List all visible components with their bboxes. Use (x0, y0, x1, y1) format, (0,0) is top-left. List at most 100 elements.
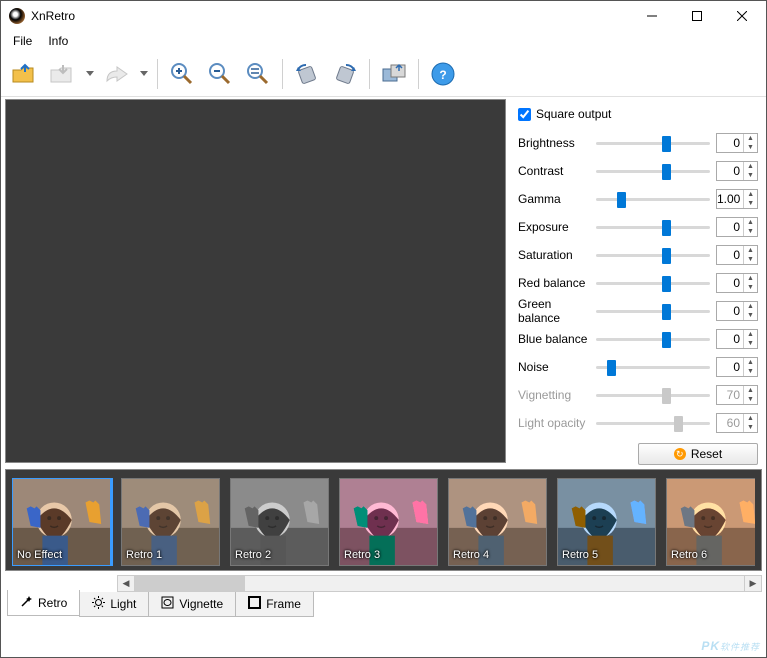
filter-thumb-retro-4[interactable]: Retro 4 (448, 478, 547, 566)
slider-red-balance[interactable] (596, 274, 710, 292)
filter-thumb-retro-2[interactable]: Retro 2 (230, 478, 329, 566)
slider-label: Blue balance (518, 332, 596, 346)
spinbox-red-balance[interactable]: 0▲▼ (716, 273, 758, 293)
rotate-right-button[interactable] (327, 56, 363, 92)
slider-row-red-balance: Red balance0▲▼ (518, 269, 758, 297)
filter-thumb-no-effect[interactable]: No Effect (12, 478, 111, 566)
minimize-button[interactable] (629, 2, 674, 30)
slider-row-brightness: Brightness 0▲▼ (518, 129, 758, 157)
toolbar: ? (1, 51, 766, 97)
slider-label: Contrast (518, 164, 596, 178)
thumb-caption: No Effect (17, 549, 62, 561)
watermark: PK软件推荐 (701, 634, 760, 655)
reset-label: Reset (691, 447, 722, 461)
spinbox-exposure[interactable]: 0▲▼ (716, 217, 758, 237)
filmstrip: No Effect Retro 1 Retro 2 Retro 3 Retro 4 Ret… (5, 469, 762, 571)
spinbox-light-opacity: 60▲▼ (716, 413, 758, 433)
slider-label: Green balance (518, 297, 596, 325)
spinbox-vignetting: 70▲▼ (716, 385, 758, 405)
slider-brightness[interactable] (596, 134, 710, 152)
tab-label: Vignette (179, 597, 223, 611)
slider-row-noise: Noise0▲▼ (518, 353, 758, 381)
tab-label: Retro (38, 596, 67, 610)
square-output-label: Square output (536, 107, 611, 121)
slider-exposure[interactable] (596, 218, 710, 236)
help-button[interactable]: ? (425, 56, 461, 92)
separator (282, 59, 283, 89)
thumb-caption: Retro 6 (671, 549, 707, 561)
rotate-left-button[interactable] (289, 56, 325, 92)
slider-contrast[interactable] (596, 162, 710, 180)
spinbox-green-balance[interactable]: 0▲▼ (716, 301, 758, 321)
tab-light[interactable]: Light (79, 592, 149, 617)
maximize-button[interactable] (674, 2, 719, 30)
filmstrip-scrollbar[interactable]: ◀ ▶ (117, 575, 762, 592)
filter-thumb-retro-5[interactable]: Retro 5 (557, 478, 656, 566)
tab-frame[interactable]: Frame (235, 592, 314, 617)
tab-retro[interactable]: Retro (7, 590, 80, 616)
scroll-left-button[interactable]: ◀ (118, 576, 135, 591)
wand-icon (20, 595, 33, 611)
tab-vignette[interactable]: Vignette (148, 592, 236, 617)
spinbox-blue-balance[interactable]: 0▲▼ (716, 329, 758, 349)
slider-gamma[interactable] (596, 190, 710, 208)
slider-label: Gamma (518, 192, 596, 206)
app-icon (9, 8, 25, 24)
tab-label: Light (110, 597, 136, 611)
share-button[interactable] (99, 56, 135, 92)
menu-info[interactable]: Info (40, 32, 76, 50)
side-panel: Square output Brightness 0▲▼ Contrast 0▲▼ Ga… (508, 97, 766, 465)
slider-green-balance[interactable] (596, 302, 710, 320)
slider-blue-balance[interactable] (596, 330, 710, 348)
thumb-caption: Retro 1 (126, 549, 162, 561)
thumb-caption: Retro 3 (344, 549, 380, 561)
scroll-track[interactable] (135, 576, 744, 591)
compare-button[interactable] (376, 56, 412, 92)
tab-label: Frame (266, 597, 301, 611)
square-output-checkbox[interactable] (518, 108, 531, 121)
filter-thumb-retro-3[interactable]: Retro 3 (339, 478, 438, 566)
slider-row-vignetting: Vignetting70▲▼ (518, 381, 758, 409)
spinbox-contrast[interactable]: 0▲▼ (716, 161, 758, 181)
main-row: Square output Brightness 0▲▼ Contrast 0▲▼ Ga… (1, 97, 766, 465)
menubar: File Info (1, 31, 766, 51)
thumb-caption: Retro 2 (235, 549, 271, 561)
filter-thumb-retro-1[interactable]: Retro 1 (121, 478, 220, 566)
slider-light-opacity (596, 414, 710, 432)
menu-file[interactable]: File (5, 32, 40, 50)
canvas-area[interactable] (5, 99, 506, 463)
svg-text:?: ? (439, 68, 446, 82)
open-button[interactable] (7, 56, 43, 92)
slider-saturation[interactable] (596, 246, 710, 264)
spinbox-gamma[interactable]: 1.00▲▼ (716, 189, 758, 209)
slider-vignetting (596, 386, 710, 404)
separator (157, 59, 158, 89)
scroll-right-button[interactable]: ▶ (744, 576, 761, 591)
share-dropdown[interactable] (137, 71, 151, 76)
zoom-fit-button[interactable] (240, 56, 276, 92)
slider-row-green-balance: Green balance 0▲▼ (518, 297, 758, 325)
scroll-thumb[interactable] (135, 576, 245, 591)
window-title: XnRetro (31, 9, 629, 23)
reset-button[interactable]: ↻ Reset (638, 443, 758, 465)
slider-noise[interactable] (596, 358, 710, 376)
zoom-in-button[interactable] (164, 56, 200, 92)
zoom-out-button[interactable] (202, 56, 238, 92)
slider-label: Brightness (518, 136, 596, 150)
separator (418, 59, 419, 89)
slider-row-blue-balance: Blue balance 0▲▼ (518, 325, 758, 353)
bottom-tabs: Retro Light Vignette Frame (1, 592, 766, 617)
slider-label: Light opacity (518, 416, 596, 430)
spinbox-noise[interactable]: 0▲▼ (716, 357, 758, 377)
save-dropdown[interactable] (83, 71, 97, 76)
spinbox-brightness[interactable]: 0▲▼ (716, 133, 758, 153)
spinbox-saturation[interactable]: 0▲▼ (716, 245, 758, 265)
frame-icon (248, 596, 261, 612)
reset-icon: ↻ (674, 448, 686, 460)
save-button[interactable] (45, 56, 81, 92)
filter-thumb-retro-6[interactable]: Retro 6 (666, 478, 755, 566)
sun-icon (92, 596, 105, 612)
thumb-caption: Retro 5 (562, 549, 598, 561)
close-button[interactable] (719, 2, 764, 30)
slider-row-gamma: Gamma 1.00▲▼ (518, 185, 758, 213)
